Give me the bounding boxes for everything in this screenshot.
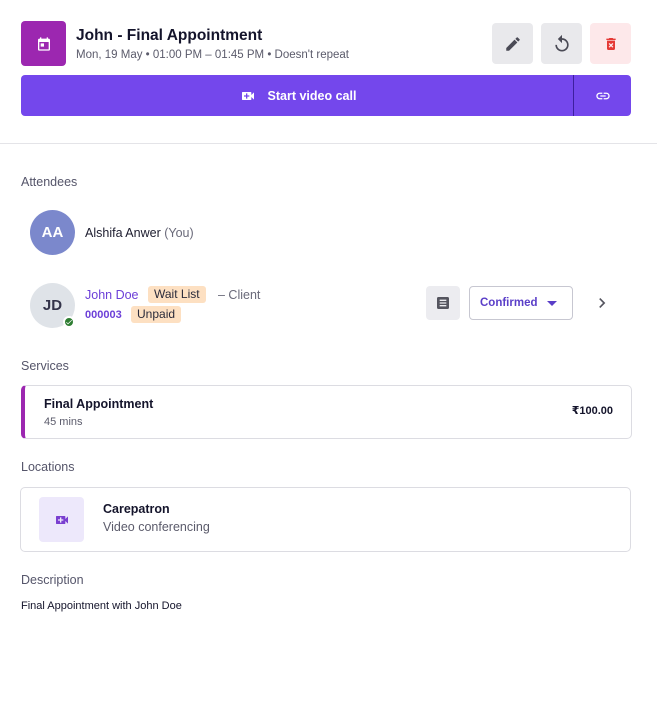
appointment-header: John - Final Appointment Mon, 19 May • 0…	[0, 0, 657, 144]
appointment-title: John - Final Appointment	[76, 27, 263, 44]
link-icon	[595, 92, 610, 99]
video-call-bar: Start video call	[21, 75, 631, 116]
calendar-icon	[37, 36, 50, 51]
appointment-subtitle: Mon, 19 May • 01:00 PM – 01:45 PM • Does…	[76, 49, 349, 61]
start-video-call-button[interactable]: Start video call	[21, 75, 574, 116]
client-id[interactable]: 000003	[85, 309, 122, 321]
caret-down-icon	[547, 301, 557, 306]
notes-button[interactable]	[426, 286, 460, 320]
client-role: – Client	[218, 288, 261, 302]
service-duration: 45 mins	[44, 416, 83, 428]
edit-button[interactable]	[492, 23, 533, 64]
refresh-icon	[554, 34, 569, 51]
location-card: Carepatron Video conferencing	[20, 487, 631, 552]
trash-icon	[605, 37, 616, 50]
confirmed-check-icon	[63, 316, 75, 328]
attendee-name-row: Alshifa Anwer (You)	[85, 226, 194, 240]
service-card: Final Appointment 45 mins ₹100.00	[21, 385, 632, 439]
service-name: Final Appointment	[44, 397, 154, 411]
location-name: Carepatron	[103, 502, 170, 516]
copy-link-button[interactable]	[574, 75, 631, 116]
delete-button[interactable]	[590, 23, 631, 64]
document-icon	[437, 297, 449, 309]
video-add-icon	[55, 515, 68, 524]
description-heading: Description	[21, 573, 84, 587]
avatar: JD	[30, 283, 75, 328]
chevron-right-icon[interactable]	[592, 293, 612, 313]
waitlist-tag: Wait List	[148, 286, 206, 303]
pencil-icon	[505, 36, 520, 51]
reset-button[interactable]	[541, 23, 582, 64]
service-price: ₹100.00	[571, 405, 613, 417]
attendees-heading: Attendees	[21, 175, 78, 189]
status-value: Confirmed	[480, 297, 538, 309]
location-type: Video conferencing	[103, 520, 210, 534]
unpaid-tag: Unpaid	[131, 306, 182, 323]
description-text: Final Appointment with John Doe	[21, 600, 182, 612]
video-add-icon	[241, 91, 254, 100]
avatar-initials: JD	[42, 297, 63, 314]
location-video-badge	[39, 497, 84, 542]
attendee-name: Alshifa Anwer	[85, 226, 161, 240]
client-name-link[interactable]: John Doe	[85, 288, 139, 302]
avatar: AA	[30, 210, 75, 255]
services-heading: Services	[21, 359, 69, 373]
you-label: (You)	[164, 226, 194, 240]
locations-heading: Locations	[21, 460, 75, 474]
start-video-call-label: Start video call	[267, 88, 357, 103]
attendance-status-select[interactable]: Confirmed	[469, 286, 573, 320]
calendar-badge	[21, 21, 66, 66]
